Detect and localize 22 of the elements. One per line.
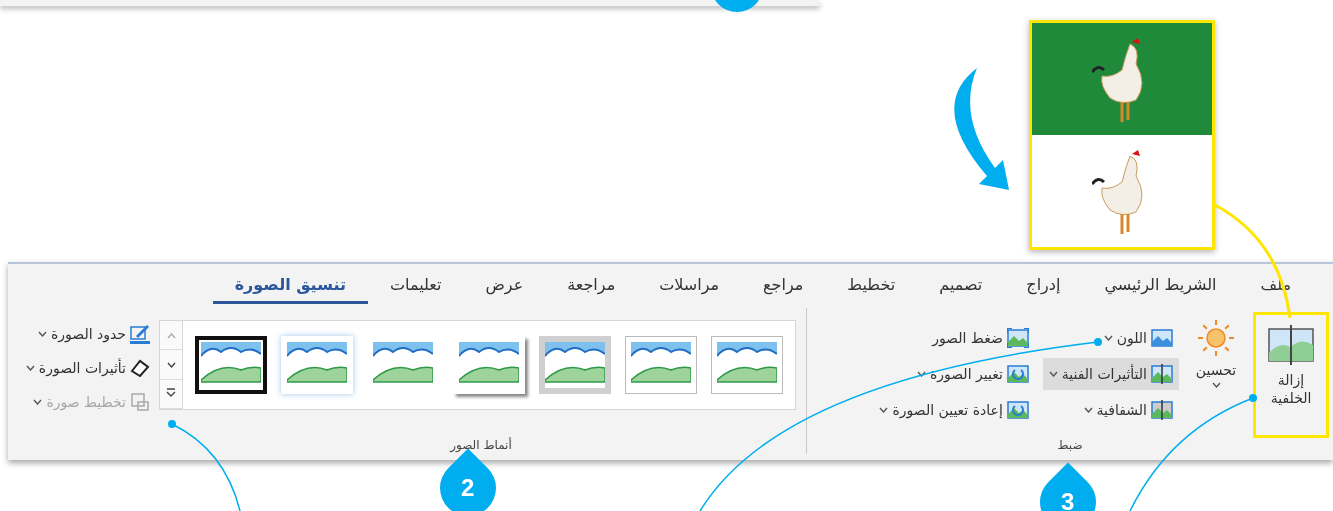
ribbon-tab[interactable]: إدراج bbox=[1004, 268, 1083, 304]
group-label: أنماط الصور bbox=[448, 438, 513, 454]
picture-command[interactable]: الشفافية bbox=[1042, 394, 1179, 426]
picture-command[interactable]: تغيير الصورة bbox=[873, 358, 1035, 390]
corrections-button[interactable]: تحسين bbox=[1183, 318, 1249, 388]
ribbon-tab[interactable]: تعليمات bbox=[367, 268, 464, 304]
remove-background-button[interactable]: إزالة الخلفية bbox=[1253, 312, 1329, 438]
picture-command[interactable]: إعادة تعيين الصورة bbox=[873, 394, 1035, 426]
ribbon-tab[interactable]: مراجع bbox=[741, 268, 826, 304]
ribbon-tab[interactable]: تصميم bbox=[917, 268, 1005, 304]
picture-command[interactable]: ضغط الصور bbox=[873, 322, 1035, 354]
ribbon-tab[interactable]: عرض bbox=[463, 268, 546, 304]
ribbon-tab[interactable]: تخطيط bbox=[825, 268, 918, 304]
ribbon-tab[interactable]: مراجعة bbox=[545, 268, 638, 304]
ribbon-tab[interactable]: مراسلات bbox=[637, 268, 742, 304]
picture-command[interactable]: حدود الصورة bbox=[19, 318, 156, 350]
picture-command[interactable]: التأثيرات الفنية bbox=[1042, 358, 1179, 390]
picture-command[interactable]: تأثيرات الصورة bbox=[19, 352, 156, 384]
ribbon-tab[interactable]: تنسيق الصورة bbox=[212, 268, 368, 304]
group-label: ضبط bbox=[1056, 438, 1084, 454]
picture-command[interactable]: اللون bbox=[1042, 322, 1179, 354]
ribbon-tab[interactable]: الشريط الرئيسي bbox=[1082, 268, 1239, 304]
